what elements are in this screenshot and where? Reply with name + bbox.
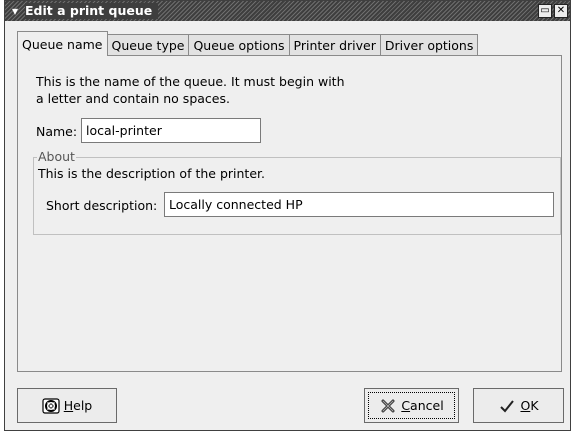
description-line-1: This is the name of the queue. It must b…	[36, 74, 345, 89]
short-description-input[interactable]	[164, 192, 554, 217]
help-button[interactable]: Help	[17, 388, 117, 423]
check-icon	[498, 398, 516, 414]
ok-label: OK	[520, 398, 539, 413]
print-queue-dialog: ▾ Edit a print queue ▭ ✕ Queue name Queu…	[4, 0, 571, 431]
tab-queue-type[interactable]: Queue type	[106, 34, 190, 56]
tab-bar: Queue name Queue type Queue options Prin…	[17, 31, 479, 56]
close-icon[interactable]: ✕	[554, 4, 568, 18]
about-description: This is the description of the printer.	[38, 166, 265, 181]
tab-queue-options[interactable]: Queue options	[188, 34, 290, 56]
window-menu-icon[interactable]: ▾	[8, 4, 22, 18]
tab-queue-name[interactable]: Queue name	[17, 31, 108, 56]
tab-driver-options[interactable]: Driver options	[379, 34, 479, 56]
cancel-x-icon	[379, 398, 397, 414]
ok-button[interactable]: OK	[473, 388, 564, 423]
name-label: Name:	[36, 124, 78, 139]
queue-name-description: This is the name of the queue. It must b…	[36, 73, 345, 107]
title-bar[interactable]: ▾ Edit a print queue ▭ ✕	[5, 1, 570, 21]
about-legend: About	[37, 149, 76, 164]
help-lifebuoy-icon	[42, 397, 60, 414]
queue-name-panel: This is the name of the queue. It must b…	[17, 55, 562, 372]
shade-icon[interactable]: ▭	[538, 4, 552, 18]
help-label: Help	[63, 398, 93, 413]
tab-printer-driver[interactable]: Printer driver	[288, 34, 381, 56]
window-title: Edit a print queue	[25, 3, 159, 19]
cancel-label: Cancel	[401, 398, 444, 413]
short-description-label: Short description:	[46, 198, 158, 213]
cancel-button[interactable]: Cancel	[364, 388, 459, 423]
description-line-2: a letter and contain no spaces.	[36, 91, 230, 106]
queue-name-input[interactable]	[81, 118, 261, 143]
